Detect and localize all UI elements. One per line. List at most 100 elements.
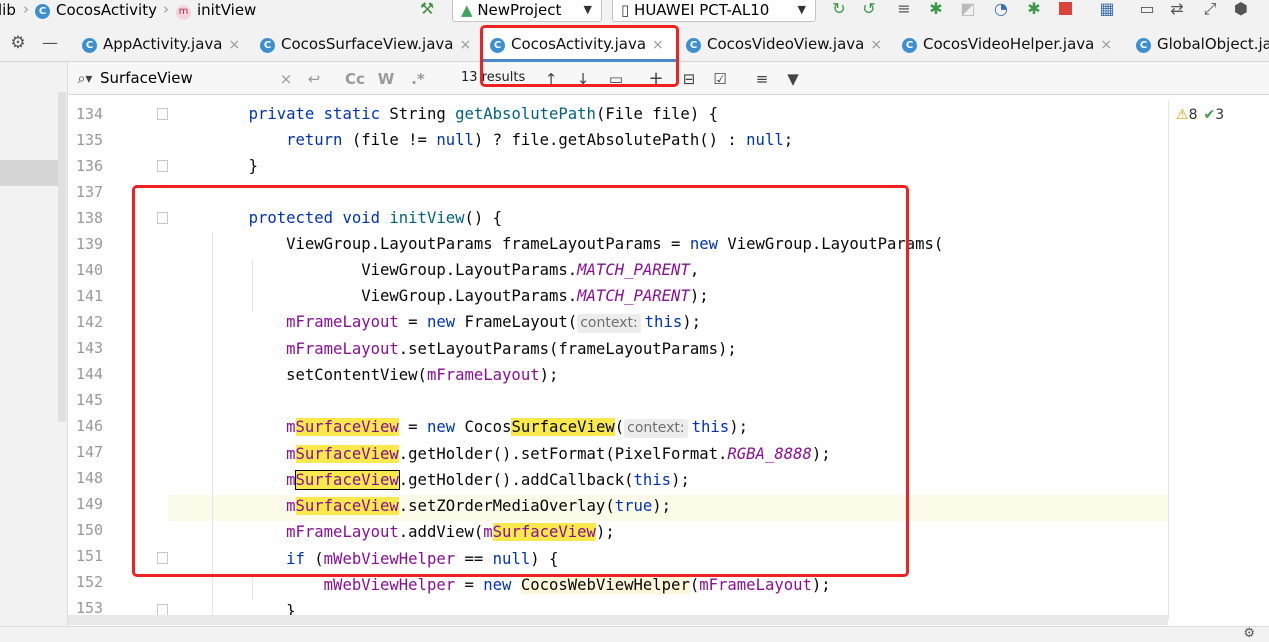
stop-icon[interactable]	[1056, 0, 1074, 18]
chevron-down-icon: ▼	[797, 3, 806, 16]
breadcrumb-method[interactable]: m initView	[176, 0, 256, 20]
device-select[interactable]: ▯ HUAWEI PCT-AL10 ▼	[612, 0, 816, 22]
regex-toggle[interactable]: .*	[408, 69, 428, 89]
remove-occurrence-icon[interactable]: ⊟	[678, 69, 700, 89]
line-number: 152	[76, 573, 104, 591]
line-number: 146	[76, 417, 104, 435]
tab-label: CocosSurfaceView.java	[281, 35, 454, 53]
line-number: 143	[76, 339, 104, 357]
debug-bug-icon[interactable]: ✱	[926, 0, 946, 18]
make-project-hammer-icon[interactable]: ⚒	[416, 0, 438, 18]
apply-changes-icon[interactable]: ↻	[829, 0, 849, 18]
tab-label: CocosVideoView.java	[707, 35, 865, 53]
sdk-manager-icon[interactable]: ⤢	[1200, 0, 1220, 18]
attach-process-icon[interactable]: ✱	[1024, 0, 1044, 18]
filter-search-icon[interactable]: ≡	[752, 69, 772, 89]
indent-guide	[252, 574, 253, 600]
minimize-icon[interactable]: —	[40, 34, 60, 52]
code-line-134: private static String getAbsolutePath(Fi…	[248, 105, 718, 123]
class-icon: C	[686, 38, 701, 53]
line-number: 151	[76, 547, 104, 565]
line-number: 134	[76, 105, 104, 123]
line-number: 140	[76, 261, 104, 279]
line-number: 141	[76, 287, 104, 305]
line-number: 135	[76, 131, 104, 149]
project-structure-icon[interactable]: ⬢	[1231, 0, 1251, 18]
attach-debugger-icon[interactable]: ◩	[958, 0, 978, 18]
run-config-select[interactable]: ▲ NewProject ▼	[452, 0, 602, 22]
close-icon[interactable]: ×	[870, 37, 882, 53]
tab-cocos-video-helper[interactable]: C CocosVideoHelper.java ×	[902, 26, 1124, 62]
code-line-136: }	[248, 157, 258, 175]
close-icon[interactable]: ×	[459, 37, 471, 53]
annotation-highlight-code	[132, 185, 909, 577]
device-explorer-icon[interactable]: ▭	[1137, 0, 1157, 18]
status-bar: ⚙	[0, 626, 1269, 642]
line-number: 147	[76, 443, 104, 461]
new-line-icon[interactable]: ↩	[304, 69, 324, 89]
search-icon[interactable]: ⌕▾	[72, 69, 98, 89]
device-label: HUAWEI PCT-AL10	[634, 1, 770, 19]
class-icon: C	[1136, 38, 1151, 53]
warning-icon: ⚠	[1176, 107, 1189, 123]
avd-manager-icon[interactable]: ▦	[1097, 0, 1117, 18]
breadcrumb-separator: ›	[23, 0, 29, 18]
chevron-down-icon: ▼	[583, 3, 592, 16]
line-number: 139	[76, 235, 104, 253]
method-icon: m	[176, 5, 191, 20]
whole-words-toggle[interactable]: W	[376, 69, 396, 89]
line-number: 137	[76, 183, 104, 201]
line-number: 138	[76, 209, 104, 227]
line-number: 150	[76, 521, 104, 539]
select-all-occurrences-icon[interactable]: ☑	[708, 69, 732, 89]
sync-gradle-icon[interactable]: ⇄	[1167, 0, 1187, 18]
line-number: 144	[76, 365, 104, 383]
breadcrumb-separator: ›	[163, 0, 169, 18]
logcat-icon[interactable]: ≡	[894, 0, 914, 18]
project-tool-window-strip	[0, 62, 68, 642]
weak-warning-count: 3	[1215, 107, 1225, 123]
weak-warning-icon: ✔	[1203, 107, 1216, 123]
profiler-gauge-icon[interactable]: ◔	[990, 0, 1012, 18]
close-icon[interactable]: ×	[228, 37, 240, 53]
fold-marker-icon[interactable]	[157, 160, 168, 172]
horizontal-scrollbar[interactable]	[68, 615, 1168, 625]
settings-gear-icon[interactable]: ⚙	[1243, 627, 1255, 641]
line-number: 148	[76, 469, 104, 487]
breadcrumb-method-label: initView	[197, 1, 257, 19]
apply-code-changes-icon[interactable]: ↺	[859, 0, 879, 18]
funnel-filter-icon[interactable]: ▼	[783, 69, 803, 89]
breadcrumb-class-label: CocosActivity	[56, 1, 157, 19]
match-case-toggle[interactable]: Cc	[343, 69, 367, 89]
android-icon: ▲	[461, 1, 473, 19]
inspection-widget[interactable]: ⚠8 ✔3	[1176, 105, 1224, 125]
search-input[interactable]	[100, 68, 270, 88]
tab-global-object[interactable]: C GlobalObject.ja	[1136, 26, 1269, 62]
line-number: 149	[76, 495, 104, 513]
tab-cocos-video-view[interactable]: C CocosVideoView.java ×	[686, 26, 886, 62]
project-tree-scrollbar[interactable]	[58, 92, 66, 422]
breadcrumb-class[interactable]: C CocosActivity	[35, 0, 157, 20]
tab-cocos-surface-view[interactable]: C CocosSurfaceView.java ×	[260, 26, 480, 62]
line-number: 136	[76, 157, 104, 175]
annotation-highlight-tab	[480, 25, 679, 87]
breadcrumb-root[interactable]: lib	[0, 0, 16, 20]
close-icon[interactable]: ×	[1100, 37, 1112, 53]
line-number: 142	[76, 313, 104, 331]
tab-app-activity[interactable]: C AppActivity.java ×	[82, 26, 252, 62]
tab-label: GlobalObject.ja	[1157, 35, 1269, 53]
phone-icon: ▯	[621, 1, 630, 19]
class-icon: C	[35, 4, 50, 19]
gear-icon[interactable]: ⚙	[8, 34, 28, 52]
fold-marker-icon[interactable]	[157, 108, 168, 120]
tab-label: AppActivity.java	[103, 35, 223, 53]
tab-label: CocosVideoHelper.java	[923, 35, 1095, 53]
clear-search-icon[interactable]: ×	[276, 69, 296, 89]
run-config-label: NewProject	[477, 1, 562, 19]
right-margin-line	[1168, 100, 1169, 620]
class-icon: C	[82, 38, 97, 53]
project-tree-selected-row[interactable]	[0, 160, 58, 186]
class-icon: C	[260, 38, 275, 53]
line-number: 145	[76, 391, 104, 409]
warning-count: 8	[1188, 107, 1198, 123]
